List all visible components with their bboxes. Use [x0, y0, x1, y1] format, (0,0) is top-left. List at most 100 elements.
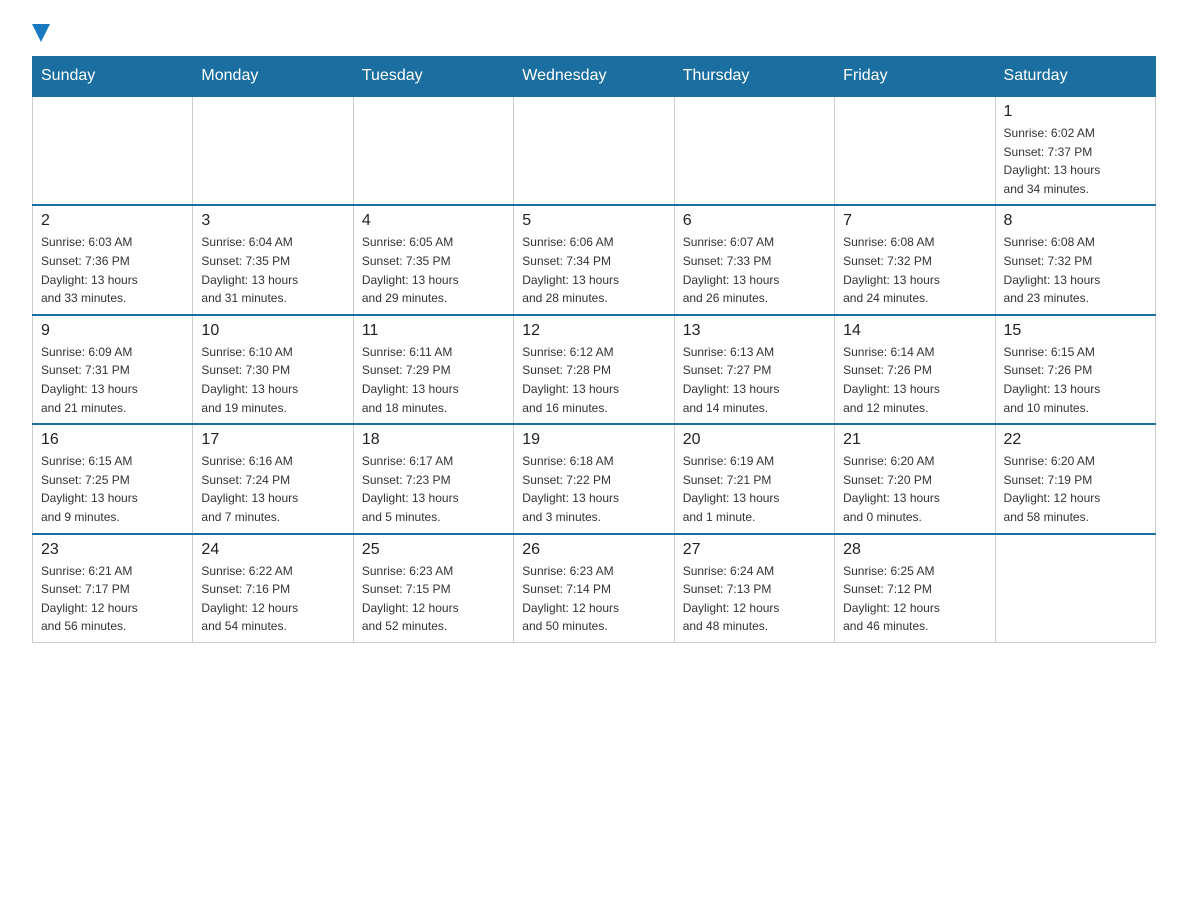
day-number: 28: [843, 541, 986, 559]
day-number: 25: [362, 541, 505, 559]
calendar-cell: 22 Sunrise: 6:20 AM Sunset: 7:19 PM Dayli…: [995, 424, 1155, 533]
calendar-cell: 24 Sunrise: 6:22 AM Sunset: 7:16 PM Dayli…: [193, 534, 353, 643]
calendar-cell: 16Sunrise: 6:15 AM Sunset: 7:25 PM Dayli…: [33, 424, 193, 533]
calendar-cell: 11Sunrise: 6:11 AM Sunset: 7:29 PM Dayli…: [353, 315, 513, 424]
calendar-cell: 27 Sunrise: 6:24 AM Sunset: 7:13 PM Dayli…: [674, 534, 834, 643]
calendar-cell: 20 Sunrise: 6:19 AM Sunset: 7:21 PM Dayli…: [674, 424, 834, 533]
day-info: Sunrise: 6:14 AM Sunset: 7:26 PM Dayligh…: [843, 343, 986, 417]
weekday-header-tuesday: Tuesday: [353, 57, 513, 97]
day-number: 23: [41, 541, 184, 559]
calendar-cell: 12 Sunrise: 6:12 AM Sunset: 7:28 PM Dayli…: [514, 315, 674, 424]
day-number: 21: [843, 431, 986, 449]
calendar-cell: 1 Sunrise: 6:02 AM Sunset: 7:37 PM Daylig…: [995, 96, 1155, 205]
logo-arrow-icon: [32, 24, 50, 44]
page-header: [32, 24, 1156, 44]
day-info: Sunrise: 6:07 AM Sunset: 7:33 PM Dayligh…: [683, 233, 826, 307]
calendar-cell: 18 Sunrise: 6:17 AM Sunset: 7:23 PM Dayli…: [353, 424, 513, 533]
day-number: 6: [683, 212, 826, 230]
day-number: 26: [522, 541, 665, 559]
calendar-cell: [193, 96, 353, 205]
day-number: 22: [1004, 431, 1147, 449]
day-info: Sunrise: 6:09 AM Sunset: 7:31 PM Dayligh…: [41, 343, 184, 417]
calendar-cell: 14 Sunrise: 6:14 AM Sunset: 7:26 PM Dayli…: [835, 315, 995, 424]
calendar-cell: 25Sunrise: 6:23 AM Sunset: 7:15 PM Dayli…: [353, 534, 513, 643]
day-number: 19: [522, 431, 665, 449]
day-info: Sunrise: 6:02 AM Sunset: 7:37 PM Dayligh…: [1004, 124, 1147, 198]
day-number: 3: [201, 212, 344, 230]
calendar-week-2: 2 Sunrise: 6:03 AM Sunset: 7:36 PM Daylig…: [33, 205, 1156, 314]
calendar-cell: 28Sunrise: 6:25 AM Sunset: 7:12 PM Dayli…: [835, 534, 995, 643]
calendar-cell: 4 Sunrise: 6:05 AM Sunset: 7:35 PM Daylig…: [353, 205, 513, 314]
day-number: 5: [522, 212, 665, 230]
day-info: Sunrise: 6:03 AM Sunset: 7:36 PM Dayligh…: [41, 233, 184, 307]
day-number: 27: [683, 541, 826, 559]
calendar-cell: [674, 96, 834, 205]
weekday-header-saturday: Saturday: [995, 57, 1155, 97]
day-info: Sunrise: 6:20 AM Sunset: 7:20 PM Dayligh…: [843, 452, 986, 526]
calendar-cell: 9 Sunrise: 6:09 AM Sunset: 7:31 PM Daylig…: [33, 315, 193, 424]
day-number: 9: [41, 322, 184, 340]
calendar-cell: 7 Sunrise: 6:08 AM Sunset: 7:32 PM Daylig…: [835, 205, 995, 314]
calendar-cell: 26 Sunrise: 6:23 AM Sunset: 7:14 PM Dayli…: [514, 534, 674, 643]
day-info: Sunrise: 6:08 AM Sunset: 7:32 PM Dayligh…: [843, 233, 986, 307]
day-info: Sunrise: 6:21 AM Sunset: 7:17 PM Dayligh…: [41, 562, 184, 636]
day-info: Sunrise: 6:13 AM Sunset: 7:27 PM Dayligh…: [683, 343, 826, 417]
day-number: 24: [201, 541, 344, 559]
day-info: Sunrise: 6:18 AM Sunset: 7:22 PM Dayligh…: [522, 452, 665, 526]
day-info: Sunrise: 6:12 AM Sunset: 7:28 PM Dayligh…: [522, 343, 665, 417]
day-info: Sunrise: 6:15 AM Sunset: 7:25 PM Dayligh…: [41, 452, 184, 526]
calendar-cell: [514, 96, 674, 205]
day-info: Sunrise: 6:20 AM Sunset: 7:19 PM Dayligh…: [1004, 452, 1147, 526]
day-info: Sunrise: 6:15 AM Sunset: 7:26 PM Dayligh…: [1004, 343, 1147, 417]
day-number: 15: [1004, 322, 1147, 340]
calendar-cell: 8 Sunrise: 6:08 AM Sunset: 7:32 PM Daylig…: [995, 205, 1155, 314]
calendar-header-row: SundayMondayTuesdayWednesdayThursdayFrid…: [33, 57, 1156, 97]
calendar-week-1: 1 Sunrise: 6:02 AM Sunset: 7:37 PM Daylig…: [33, 96, 1156, 205]
calendar-week-5: 23 Sunrise: 6:21 AM Sunset: 7:17 PM Dayli…: [33, 534, 1156, 643]
calendar-cell: [353, 96, 513, 205]
weekday-header-monday: Monday: [193, 57, 353, 97]
calendar-cell: 21 Sunrise: 6:20 AM Sunset: 7:20 PM Dayli…: [835, 424, 995, 533]
day-number: 4: [362, 212, 505, 230]
day-info: Sunrise: 6:19 AM Sunset: 7:21 PM Dayligh…: [683, 452, 826, 526]
day-number: 14: [843, 322, 986, 340]
day-number: 7: [843, 212, 986, 230]
day-number: 13: [683, 322, 826, 340]
calendar-week-3: 9 Sunrise: 6:09 AM Sunset: 7:31 PM Daylig…: [33, 315, 1156, 424]
calendar-cell: [33, 96, 193, 205]
day-info: Sunrise: 6:22 AM Sunset: 7:16 PM Dayligh…: [201, 562, 344, 636]
calendar-week-4: 16Sunrise: 6:15 AM Sunset: 7:25 PM Dayli…: [33, 424, 1156, 533]
calendar-cell: 3 Sunrise: 6:04 AM Sunset: 7:35 PM Daylig…: [193, 205, 353, 314]
day-number: 11: [362, 322, 505, 340]
day-number: 2: [41, 212, 184, 230]
day-number: 12: [522, 322, 665, 340]
day-info: Sunrise: 6:10 AM Sunset: 7:30 PM Dayligh…: [201, 343, 344, 417]
calendar-cell: 13 Sunrise: 6:13 AM Sunset: 7:27 PM Dayli…: [674, 315, 834, 424]
weekday-header-wednesday: Wednesday: [514, 57, 674, 97]
calendar-table: SundayMondayTuesdayWednesdayThursdayFrid…: [32, 56, 1156, 643]
logo: [32, 24, 52, 44]
day-number: 17: [201, 431, 344, 449]
day-info: Sunrise: 6:23 AM Sunset: 7:14 PM Dayligh…: [522, 562, 665, 636]
weekday-header-sunday: Sunday: [33, 57, 193, 97]
day-number: 18: [362, 431, 505, 449]
calendar-cell: 2 Sunrise: 6:03 AM Sunset: 7:36 PM Daylig…: [33, 205, 193, 314]
calendar-cell: 19 Sunrise: 6:18 AM Sunset: 7:22 PM Dayli…: [514, 424, 674, 533]
day-number: 20: [683, 431, 826, 449]
day-info: Sunrise: 6:04 AM Sunset: 7:35 PM Dayligh…: [201, 233, 344, 307]
day-number: 8: [1004, 212, 1147, 230]
weekday-header-thursday: Thursday: [674, 57, 834, 97]
day-number: 1: [1004, 103, 1147, 121]
day-info: Sunrise: 6:05 AM Sunset: 7:35 PM Dayligh…: [362, 233, 505, 307]
day-info: Sunrise: 6:17 AM Sunset: 7:23 PM Dayligh…: [362, 452, 505, 526]
calendar-cell: [995, 534, 1155, 643]
day-info: Sunrise: 6:16 AM Sunset: 7:24 PM Dayligh…: [201, 452, 344, 526]
weekday-header-friday: Friday: [835, 57, 995, 97]
day-info: Sunrise: 6:08 AM Sunset: 7:32 PM Dayligh…: [1004, 233, 1147, 307]
calendar-cell: 10Sunrise: 6:10 AM Sunset: 7:30 PM Dayli…: [193, 315, 353, 424]
calendar-cell: 23 Sunrise: 6:21 AM Sunset: 7:17 PM Dayli…: [33, 534, 193, 643]
calendar-cell: 15 Sunrise: 6:15 AM Sunset: 7:26 PM Dayli…: [995, 315, 1155, 424]
calendar-cell: [835, 96, 995, 205]
day-info: Sunrise: 6:24 AM Sunset: 7:13 PM Dayligh…: [683, 562, 826, 636]
calendar-cell: 5Sunrise: 6:06 AM Sunset: 7:34 PM Daylig…: [514, 205, 674, 314]
